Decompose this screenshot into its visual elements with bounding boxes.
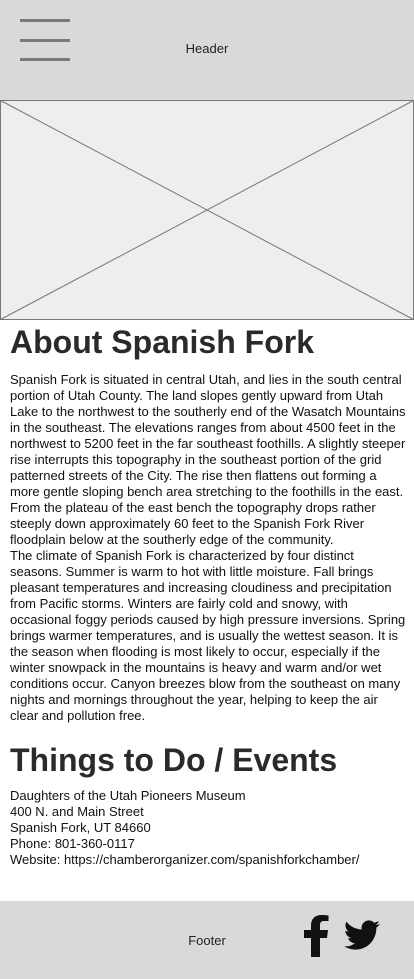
main-content: About Spanish Fork Spanish Fork is situa… [10, 322, 406, 868]
twitter-icon[interactable] [342, 917, 382, 953]
event-name: Daughters of the Utah Pioneers Museum [10, 788, 246, 803]
event-address: 400 N. and Main Street [10, 804, 144, 819]
event-website[interactable]: Website: https://chamberorganizer.com/sp… [10, 852, 406, 868]
events-title: Things to Do / Events [10, 742, 338, 778]
footer: Footer [0, 901, 414, 979]
image-placeholder-icon [0, 100, 414, 320]
hero-image-placeholder [0, 100, 414, 320]
about-title: About Spanish Fork [10, 324, 314, 360]
header: Header [0, 0, 414, 100]
header-title: Header [185, 41, 229, 56]
event-item: Daughters of the Utah Pioneers Museum 40… [10, 788, 406, 868]
facebook-icon[interactable] [302, 915, 330, 957]
about-paragraph-climate: The climate of Spanish Fork is character… [10, 548, 406, 723]
menu-bar [20, 19, 70, 22]
event-city: Spanish Fork, UT 84660 [10, 820, 151, 835]
about-paragraph-geography: Spanish Fork is situated in central Utah… [10, 372, 406, 547]
event-phone: Phone: 801-360-0117 [10, 836, 135, 851]
menu-bar [20, 58, 70, 61]
